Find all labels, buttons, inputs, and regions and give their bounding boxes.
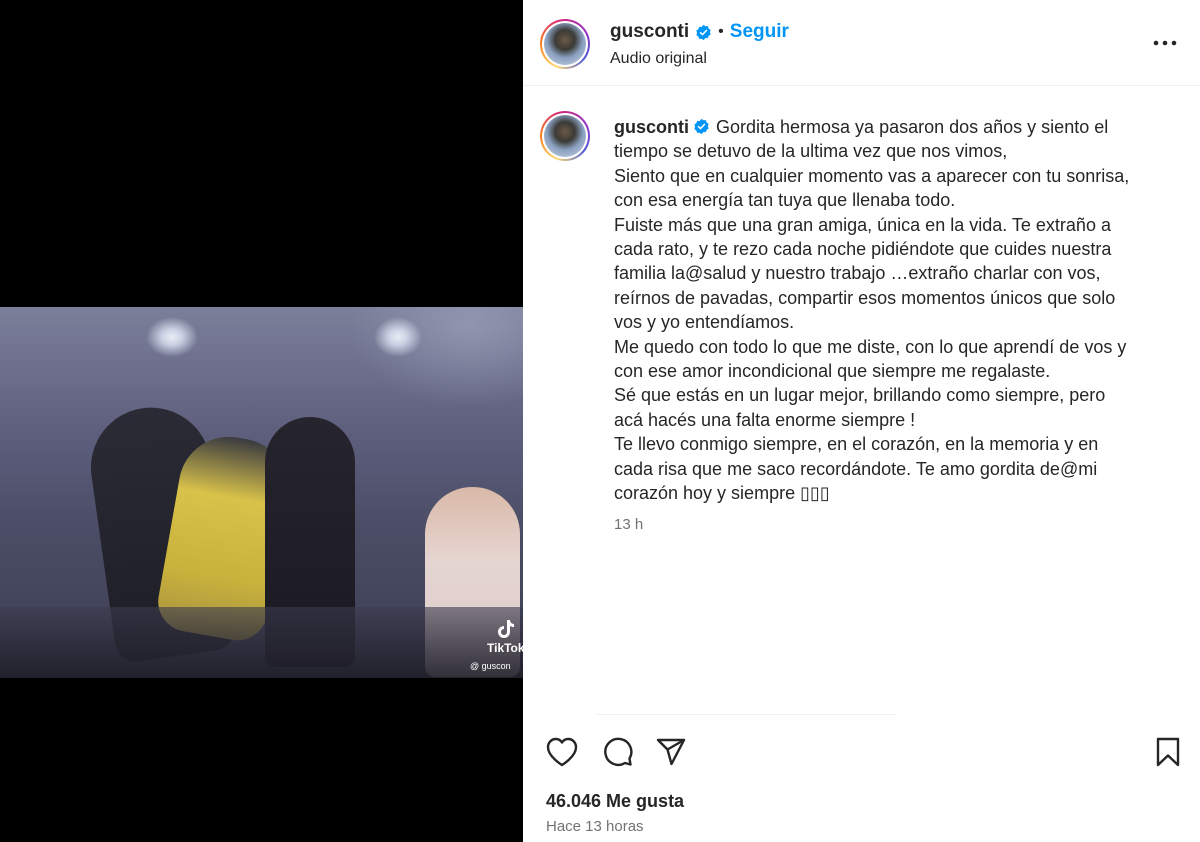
video-floor <box>0 607 523 678</box>
comment-icon <box>604 737 633 766</box>
share-icon <box>656 738 686 766</box>
tiktok-username: @ guscon <box>470 661 511 671</box>
caption-line: vos y yo entendíamos. <box>614 312 795 333</box>
caption-relative-time[interactable]: 13 h <box>614 516 643 533</box>
more-options-button[interactable] <box>1150 30 1180 56</box>
caption-line: Siento que en cualquier momento vas a ap… <box>614 165 1130 186</box>
bookmark-icon <box>1156 737 1180 767</box>
audio-link[interactable]: Audio original <box>610 50 707 68</box>
caption-line: Fuiste más que una gran amiga, única en … <box>614 214 1111 235</box>
follow-button[interactable]: Seguir <box>730 21 789 43</box>
post-media[interactable]: TikTok @ guscon <box>0 0 523 842</box>
post-timestamp[interactable]: Hace 13 horas <box>546 818 644 835</box>
tiktok-watermark: TikTok <box>487 619 523 655</box>
caption-line: Me quedo con todo lo que me diste, con l… <box>614 336 1127 357</box>
avatar[interactable] <box>540 19 590 69</box>
caption-text: gusconti Gordita hermosa ya pasaron dos a… <box>614 115 1174 506</box>
tiktok-brand-text: TikTok <box>487 641 523 656</box>
caption-avatar[interactable] <box>540 111 590 161</box>
caption-line: familia la@salud y nuestro trabajo …extr… <box>614 263 1101 284</box>
caption-username[interactable]: gusconti <box>614 117 689 137</box>
verified-badge-icon <box>694 118 709 135</box>
tiktok-icon <box>497 620 514 638</box>
caption-line: con ese amor incondicional que siempre m… <box>614 361 1051 382</box>
divider <box>596 714 896 715</box>
post-panel: gusconti • Seguir Audio original guscont… <box>523 0 1200 842</box>
caption-line: reírnos de pavadas, compartir esos momen… <box>614 287 1116 308</box>
caption-line: corazón hoy y siempre ▯▯▯ <box>614 483 830 504</box>
caption-line-text: Gordita hermosa ya pasaron dos años y si… <box>716 117 1109 137</box>
header-user-row: gusconti • Seguir <box>610 21 789 43</box>
caption-line: Sé que estás en un lugar mejor, brilland… <box>614 385 1106 406</box>
likes-count[interactable]: 46.046 Me gusta <box>546 791 684 812</box>
save-button[interactable] <box>1150 734 1186 770</box>
caption-line: con esa energía tan tuya que llenaba tod… <box>614 190 956 211</box>
caption-line: cada risa que me saco recordándote. Te a… <box>614 458 1098 479</box>
like-button[interactable] <box>544 734 580 770</box>
verified-badge-icon <box>696 24 711 40</box>
separator-dot: • <box>718 23 724 40</box>
more-options-icon <box>1153 40 1177 46</box>
caption-line: acá hacés una falta enorme siempre ! <box>614 409 916 430</box>
comment-button[interactable] <box>600 734 636 770</box>
caption-section: gusconti Gordita hermosa ya pasaron dos a… <box>523 86 1200 714</box>
avatar-image <box>544 23 586 65</box>
caption-line: Te llevo conmigo siempre, en el corazón,… <box>614 434 1099 455</box>
share-button[interactable] <box>653 734 689 770</box>
heart-icon <box>546 737 578 767</box>
avatar-image <box>544 115 586 157</box>
post-header: gusconti • Seguir Audio original <box>523 0 1200 86</box>
caption-line: cada rato, y te rezo cada noche pidiéndo… <box>614 239 1112 260</box>
action-bar <box>523 730 1200 774</box>
caption-line: gusconti Gordita hermosa ya pasaron dos a… <box>614 115 1174 139</box>
caption-line: tiempo se detuvo de la ultima vez que no… <box>614 141 1008 162</box>
username-link[interactable]: gusconti <box>610 21 689 43</box>
video-frame[interactable]: TikTok @ guscon <box>0 307 523 678</box>
